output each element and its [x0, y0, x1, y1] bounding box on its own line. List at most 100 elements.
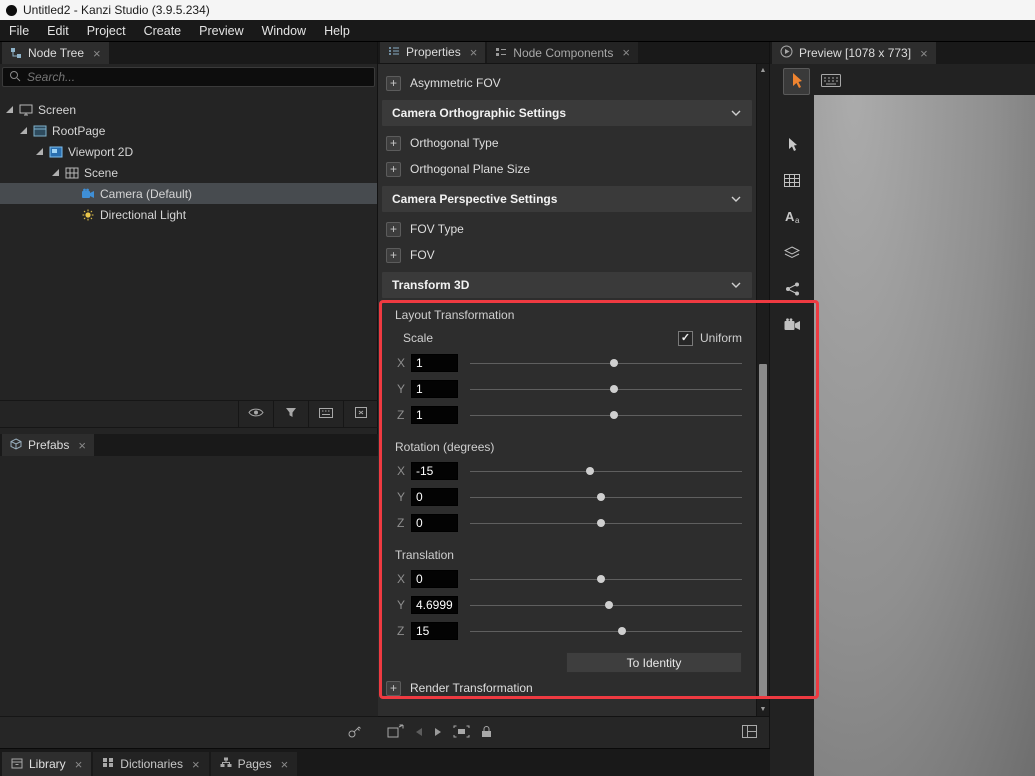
to-identity-button[interactable]: To Identity: [566, 652, 742, 673]
frame-select-button[interactable]: [453, 725, 470, 741]
rotation-x-slider[interactable]: [470, 458, 742, 484]
scale-z-slider[interactable]: [470, 402, 742, 428]
tree-item-screen[interactable]: Screen: [0, 99, 377, 120]
slider-handle[interactable]: [604, 601, 613, 609]
chevron-down-icon[interactable]: [730, 192, 742, 206]
grid-view-button[interactable]: [308, 401, 343, 427]
grid-tool-icon[interactable]: [784, 174, 800, 190]
menu-help[interactable]: Help: [315, 20, 359, 42]
back-button[interactable]: [415, 726, 423, 740]
uniform-checkbox[interactable]: ✓: [677, 330, 693, 346]
slider-handle[interactable]: [596, 493, 605, 501]
pointer-tool-button[interactable]: [783, 68, 810, 95]
search-input[interactable]: [27, 70, 368, 84]
tree-item-directional-light[interactable]: Directional Light: [0, 204, 377, 225]
menu-edit[interactable]: Edit: [38, 20, 78, 42]
add-property-button[interactable]: +: [386, 161, 401, 177]
translation-x-slider[interactable]: [470, 566, 742, 592]
expand-icon[interactable]: [4, 105, 14, 115]
menu-preview[interactable]: Preview: [190, 20, 252, 42]
add-property-button[interactable]: +: [386, 247, 401, 263]
scale-z-input[interactable]: [411, 406, 458, 424]
properties-scrollbar[interactable]: ▲ ▼: [756, 64, 769, 716]
menu-project[interactable]: Project: [78, 20, 135, 42]
text-tool-icon[interactable]: Aa: [784, 209, 801, 227]
slider-handle[interactable]: [596, 519, 605, 527]
tab-pages[interactable]: Pages ×: [210, 752, 298, 776]
scroll-up-arrow[interactable]: ▲: [757, 64, 769, 77]
rotation-y-slider[interactable]: [470, 484, 742, 510]
tree-item-viewport-2d[interactable]: Viewport 2D: [0, 141, 377, 162]
translation-y-input[interactable]: [411, 596, 458, 614]
float-window-button[interactable]: [387, 724, 404, 741]
translation-y-slider[interactable]: [470, 592, 742, 618]
tab-prefabs[interactable]: Prefabs ×: [2, 434, 94, 456]
add-property-button[interactable]: +: [386, 135, 401, 151]
menu-file[interactable]: File: [0, 20, 38, 42]
slider-handle[interactable]: [610, 411, 619, 419]
scale-y-input[interactable]: [411, 380, 458, 398]
slider-handle[interactable]: [618, 627, 627, 635]
connect-tool-icon[interactable]: [785, 282, 800, 299]
camera-tool-icon[interactable]: [784, 318, 801, 334]
cursor-tool-icon[interactable]: [786, 137, 799, 155]
add-property-button[interactable]: +: [386, 221, 401, 237]
section-camera-perspective-settings[interactable]: Camera Perspective Settings: [382, 186, 752, 212]
close-icon[interactable]: ×: [622, 46, 630, 59]
tools-button[interactable]: [347, 724, 362, 742]
tab-library[interactable]: Library ×: [2, 752, 92, 776]
rotation-z-input[interactable]: [411, 514, 458, 532]
close-icon[interactable]: ×: [920, 47, 928, 60]
translation-z-input[interactable]: [411, 622, 458, 640]
menu-create[interactable]: Create: [135, 20, 191, 42]
tab-properties[interactable]: Properties ×: [380, 41, 486, 63]
translation-z-slider[interactable]: [470, 618, 742, 644]
add-property-button[interactable]: +: [386, 680, 401, 696]
slider-handle[interactable]: [585, 467, 594, 475]
chevron-down-icon[interactable]: [730, 278, 742, 292]
tab-dictionaries[interactable]: Dictionaries ×: [93, 752, 209, 776]
slider-handle[interactable]: [596, 575, 605, 583]
close-icon[interactable]: ×: [78, 439, 86, 452]
lock-icon[interactable]: [481, 725, 492, 741]
tree-item-scene[interactable]: Scene: [0, 162, 377, 183]
chevron-down-icon[interactable]: [730, 106, 742, 120]
rotation-x-input[interactable]: [411, 462, 458, 480]
slider-handle[interactable]: [610, 385, 619, 393]
scale-y-slider[interactable]: [470, 376, 742, 402]
close-icon[interactable]: ×: [281, 758, 289, 771]
scale-x-slider[interactable]: [470, 350, 742, 376]
close-icon[interactable]: ×: [75, 758, 83, 771]
menu-window[interactable]: Window: [253, 20, 315, 42]
scroll-down-arrow[interactable]: ▼: [757, 703, 769, 716]
tab-node-tree[interactable]: Node Tree ×: [2, 42, 109, 64]
preview-canvas[interactable]: [814, 95, 1035, 776]
section-camera-orthographic-settings[interactable]: Camera Orthographic Settings: [382, 100, 752, 126]
tab-node-components[interactable]: Node Components ×: [487, 42, 638, 63]
keyboard-tool-button[interactable]: [817, 68, 844, 95]
add-property-button[interactable]: +: [386, 75, 401, 91]
tree-item-rootpage[interactable]: RootPage: [0, 120, 377, 141]
slider-handle[interactable]: [610, 359, 619, 367]
forward-button[interactable]: [434, 726, 442, 740]
tree-item-camera[interactable]: Camera (Default): [0, 183, 377, 204]
close-icon[interactable]: ×: [192, 758, 200, 771]
expand-icon[interactable]: [18, 126, 28, 136]
layout-button[interactable]: [742, 724, 757, 741]
detach-panel-button[interactable]: [343, 401, 378, 427]
filter-button[interactable]: [273, 401, 308, 427]
tab-preview[interactable]: Preview [1078 x 773] ×: [772, 42, 936, 64]
rotation-z-slider[interactable]: [470, 510, 742, 536]
expand-icon[interactable]: [34, 147, 44, 157]
close-icon[interactable]: ×: [470, 46, 478, 59]
scrollbar-thumb[interactable]: [759, 364, 767, 699]
scale-x-input[interactable]: [411, 354, 458, 372]
prefabs-panel[interactable]: [0, 456, 378, 716]
rotation-y-input[interactable]: [411, 488, 458, 506]
expand-icon[interactable]: [50, 168, 60, 178]
close-icon[interactable]: ×: [93, 47, 101, 60]
translation-x-input[interactable]: [411, 570, 458, 588]
section-transform-3d[interactable]: Transform 3D: [382, 272, 752, 298]
layers-tool-icon[interactable]: [783, 246, 801, 263]
visibility-toggle-button[interactable]: [238, 401, 273, 427]
